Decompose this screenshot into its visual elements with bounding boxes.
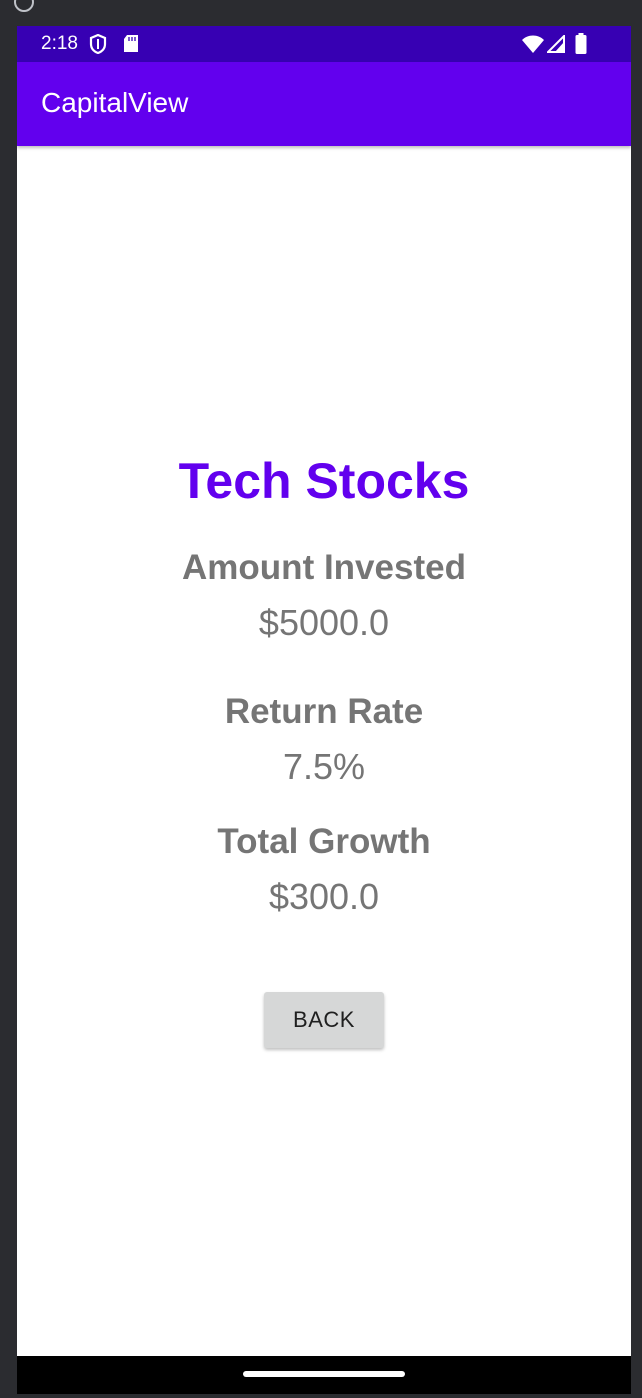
total-growth-value: $300.0 <box>268 876 380 917</box>
status-time: 2:18 <box>41 33 78 54</box>
amount-invested-value: $5000.0 <box>258 602 390 643</box>
shield-icon <box>89 34 107 54</box>
app-title: CapitalView <box>41 87 189 118</box>
back-button[interactable]: BACK <box>264 992 384 1048</box>
return-rate-value: 7.5% <box>282 746 366 787</box>
status-bar: 2:18 <box>17 26 631 62</box>
investment-details: Tech Stocks Amount Invested $5000.0 Retu… <box>17 146 631 1356</box>
return-rate-label: Return Rate <box>224 692 424 731</box>
amount-invested-label: Amount Invested <box>182 548 466 587</box>
home-gesture-handle[interactable] <box>243 1371 405 1377</box>
window-title-fragment <box>44 0 140 6</box>
total-growth-label: Total Growth <box>217 822 431 861</box>
wifi-icon <box>522 35 544 53</box>
sd-card-icon <box>124 35 138 52</box>
navigation-bar <box>17 1356 631 1394</box>
app-bar: CapitalView <box>17 62 631 146</box>
phone-screen: 2:18 CapitalView Tech Stocks Amount Inve… <box>17 26 631 1394</box>
investment-title: Tech Stocks <box>178 453 470 509</box>
outer-window-strip <box>0 0 642 24</box>
window-control-icon <box>14 0 34 12</box>
battery-icon <box>575 33 587 54</box>
signal-icon <box>547 35 565 53</box>
